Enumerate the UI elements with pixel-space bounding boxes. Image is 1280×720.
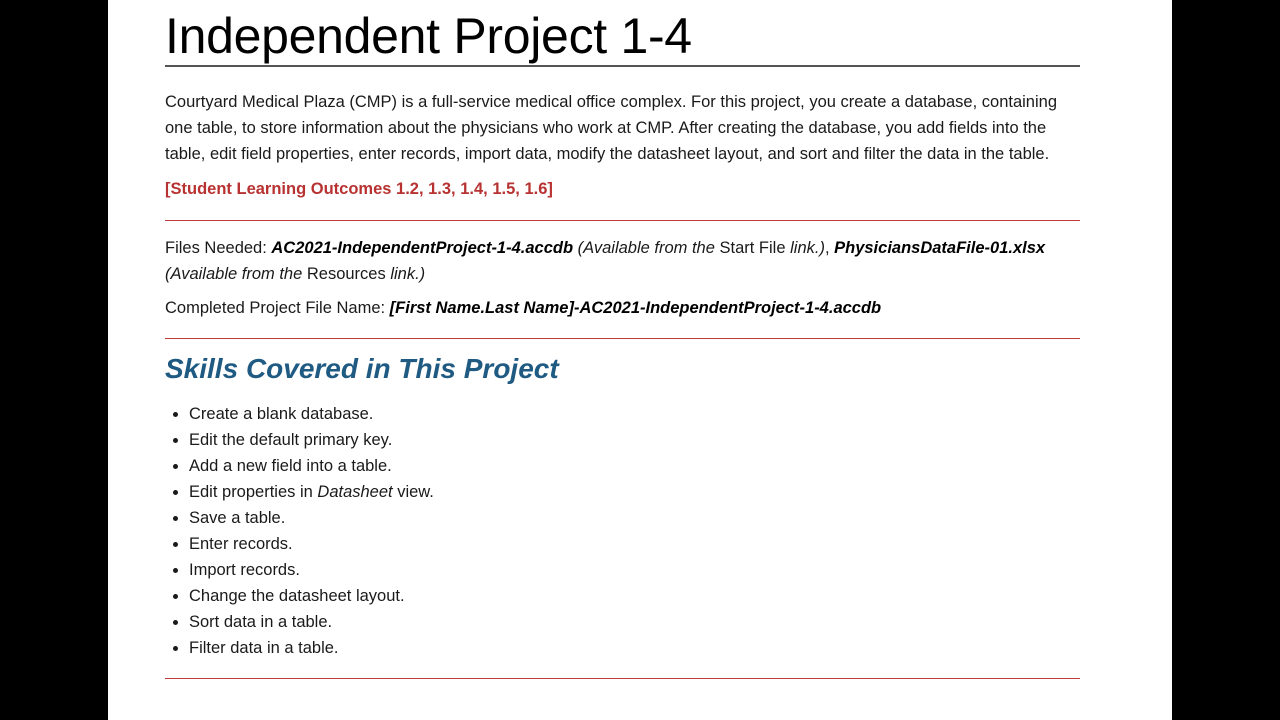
skill-item: Create a blank database. [189,401,1080,427]
files-separator: , [824,239,835,257]
intro-paragraph: Courtyard Medical Plaza (CMP) is a full-… [165,93,1057,163]
skill-item: Change the datasheet layout. [189,583,1080,609]
skills-heading: Skills Covered in This Project [165,353,559,384]
skill-item: Edit properties in Datasheet view. [189,479,1080,505]
learning-outcomes: [Student Learning Outcomes 1.2, 1.3, 1.4… [165,180,553,198]
start-file-note-end: link.) [785,239,825,257]
resources-link[interactable]: Resources [307,265,386,283]
skill-item: Import records. [189,557,1080,583]
document-page: Independent Project 1-4 Courtyard Medica… [108,0,1172,720]
files-needed: Files Needed: AC2021-IndependentProject-… [165,235,1080,287]
skill-text: view. [392,483,434,501]
files-needed-label: Files Needed: [165,239,272,257]
skill-item: Save a table. [189,505,1080,531]
skill-emphasis: Datasheet [317,483,393,501]
section-divider [165,338,1080,339]
skill-item: Sort data in a table. [189,609,1080,635]
start-file-name: AC2021-IndependentProject-1-4.accdb [271,239,574,257]
document-content: Independent Project 1-4 Courtyard Medica… [165,0,1080,679]
data-file-note-end: link.) [385,265,426,283]
page-title: Independent Project 1-4 [165,8,692,64]
title-divider [165,65,1080,67]
completed-file-value: [First Name.Last Name]-AC2021-Independen… [389,299,882,317]
skill-item: Filter data in a table. [189,635,1080,661]
completed-file-label: Completed Project File Name: [165,299,390,317]
skills-list: Create a blank database. Edit the defaul… [165,401,1080,661]
completed-file-name: Completed Project File Name: [First Name… [165,295,1080,321]
skill-item: Edit the default primary key. [189,427,1080,453]
section-divider [165,220,1080,221]
skill-item: Enter records. [189,531,1080,557]
start-file-note: (Available from the [573,239,720,257]
data-file-name: PhysiciansDataFile-01.xlsx [834,239,1046,257]
skill-item: Add a new field into a table. [189,453,1080,479]
skill-text: Edit properties in [189,483,318,501]
section-divider [165,678,1080,679]
data-file-note: (Available from the [165,265,307,283]
start-file-link[interactable]: Start File [720,239,786,257]
